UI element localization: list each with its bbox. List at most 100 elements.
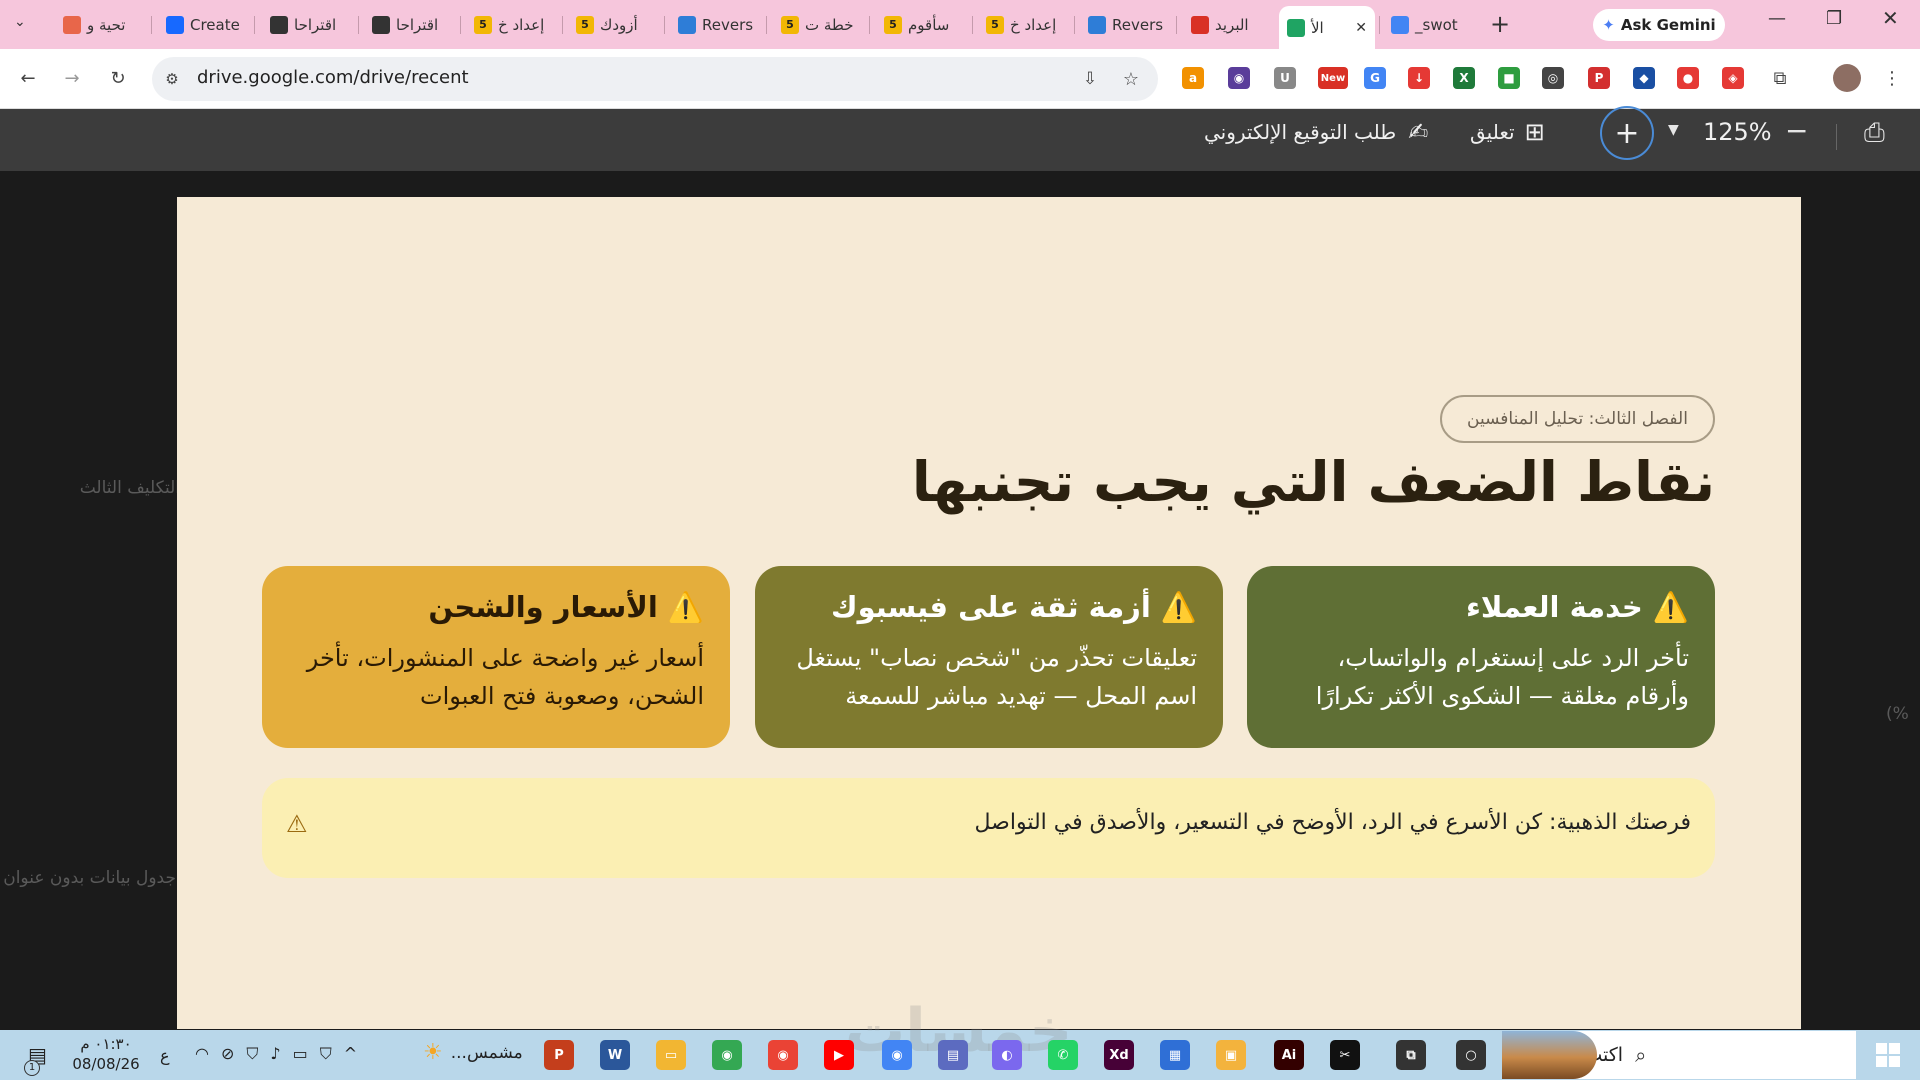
- tab-separator: [460, 16, 461, 34]
- copilot-icon[interactable]: ◐: [992, 1040, 1022, 1070]
- tab-label: اقتراحا: [294, 15, 337, 34]
- back-icon[interactable]: ←: [16, 66, 40, 90]
- chapter-badge-text: الفصل الثالث: تحليل المنافسين: [1467, 409, 1688, 429]
- wifi-icon[interactable]: ◠: [195, 1044, 209, 1064]
- file-explorer-icon[interactable]: ▭: [656, 1040, 686, 1070]
- tab[interactable]: Revers: [1080, 8, 1172, 41]
- site-info-icon[interactable]: ⚙: [160, 67, 184, 91]
- close-window-button[interactable]: ✕: [1882, 6, 1899, 30]
- browser-menu-icon[interactable]: ⋮: [1880, 66, 1904, 90]
- tab-label: خطة ت: [805, 15, 854, 34]
- golden-opportunity-note: فرصتك الذهبية: كن الأسرع في الرد، الأوضح…: [262, 778, 1715, 878]
- tab[interactable]: 5 سأقوم: [876, 8, 968, 41]
- new-tab-button[interactable]: +: [1490, 10, 1510, 38]
- zoom-in-button[interactable]: +: [1600, 106, 1654, 160]
- volume-icon[interactable]: ♪: [270, 1044, 280, 1064]
- weakness-card: ⚠️ خدمة العملاء تأخر الرد على إنستغرام وا…: [1247, 566, 1715, 748]
- chrome-active-icon[interactable]: ◉: [882, 1040, 912, 1070]
- chapter-badge: الفصل الثالث: تحليل المنافسين: [1440, 395, 1715, 443]
- search-highlight-image: [1502, 1031, 1597, 1079]
- gemini-button[interactable]: ✦ Ask Gemini: [1593, 9, 1725, 41]
- media-icon[interactable]: ▤: [938, 1040, 968, 1070]
- u-extension-icon[interactable]: U: [1274, 67, 1296, 89]
- tab[interactable]: 5 خطة ت: [773, 8, 865, 41]
- battery-icon[interactable]: ▭: [293, 1044, 308, 1064]
- whatsapp-icon[interactable]: ✆: [1048, 1040, 1078, 1070]
- shield-extension-icon[interactable]: ◈: [1722, 67, 1744, 89]
- xd-icon[interactable]: Xd: [1104, 1040, 1134, 1070]
- tab[interactable]: 5 إعداد خ: [978, 8, 1070, 41]
- tab[interactable]: البريد: [1183, 8, 1275, 41]
- powerpoint-icon[interactable]: P: [544, 1040, 574, 1070]
- install-app-icon[interactable]: ⇩: [1078, 67, 1102, 91]
- tab[interactable]: اقتراحا: [262, 8, 354, 41]
- download-extension-icon[interactable]: ↓: [1408, 67, 1430, 89]
- print-icon[interactable]: ⎙: [1864, 118, 1885, 149]
- card-title: ⚠️ أزمة ثقة على فيسبوك: [831, 590, 1197, 624]
- tab[interactable]: swot_: [1383, 8, 1475, 41]
- zoom-level[interactable]: 125%: [1703, 118, 1772, 146]
- tab[interactable]: اقتراحا: [364, 8, 456, 41]
- tab[interactable]: 5 أزودك: [568, 8, 660, 41]
- bookmark-star-icon[interactable]: ☆: [1119, 67, 1143, 91]
- tab[interactable]: تحية و: [55, 8, 147, 41]
- pokeball-extension-icon[interactable]: ●: [1677, 67, 1699, 89]
- close-tab-icon[interactable]: ✕: [1355, 20, 1367, 36]
- tab[interactable]: Create: [158, 8, 250, 41]
- esign-label: طلب التوقيع الإلكتروني: [1204, 120, 1397, 144]
- url-text[interactable]: drive.google.com/drive/recent: [197, 67, 469, 88]
- minimize-button[interactable]: —: [1768, 8, 1786, 29]
- tab-label: البريد: [1215, 15, 1249, 34]
- store-icon[interactable]: ▣: [1216, 1040, 1246, 1070]
- tab-separator: [358, 16, 359, 34]
- tray-icons: ◠ ⊘ ⛉ ♪ ▭ ⛉ ^: [195, 1044, 357, 1064]
- comment-label: تعليق: [1470, 120, 1515, 144]
- security-icon[interactable]: ⛉: [246, 1044, 258, 1064]
- chrome-icon[interactable]: ◉: [712, 1040, 742, 1070]
- tab-search-icon[interactable]: ⌄: [14, 14, 26, 30]
- calendar-icon[interactable]: ▦: [1160, 1040, 1190, 1070]
- word-icon[interactable]: W: [600, 1040, 630, 1070]
- illustrator-icon[interactable]: Ai: [1274, 1040, 1304, 1070]
- profile-avatar[interactable]: [1833, 64, 1861, 92]
- openai-icon: [270, 15, 288, 34]
- eye-off-icon[interactable]: ⊘: [221, 1044, 234, 1064]
- reload-icon[interactable]: ↻: [106, 66, 130, 90]
- language-indicator[interactable]: ع: [160, 1046, 170, 1065]
- clock[interactable]: ٠١:٣٠ م 08/08/26: [66, 1034, 146, 1074]
- weather-label: مشمس...: [450, 1042, 523, 1063]
- record-extension-icon[interactable]: ◉: [1228, 67, 1250, 89]
- chevron-up-icon[interactable]: ^: [344, 1044, 357, 1064]
- taskview-icon[interactable]: ⧉: [1396, 1040, 1426, 1070]
- weather-widget[interactable]: مشمس... ☀: [423, 1040, 523, 1065]
- tab[interactable]: 5 إعداد خ: [466, 8, 558, 41]
- amazon-extension-icon[interactable]: a: [1182, 67, 1204, 89]
- youtube-icon[interactable]: ▶: [824, 1040, 854, 1070]
- tab-label: إعداد خ: [1010, 15, 1057, 34]
- openai-extension-icon[interactable]: ◎: [1542, 67, 1564, 89]
- comment-button[interactable]: ⊞ تعليق: [1470, 118, 1545, 146]
- new-extension-icon[interactable]: New: [1318, 67, 1348, 89]
- windows-start-icon[interactable]: [1876, 1043, 1900, 1067]
- zoom-out-icon[interactable]: −: [1785, 114, 1808, 147]
- capcut-icon[interactable]: ✂: [1330, 1040, 1360, 1070]
- tab[interactable]: الأ ✕: [1279, 6, 1375, 49]
- maximize-button[interactable]: ❐: [1826, 8, 1842, 29]
- gemini-icon: ✦: [1602, 16, 1615, 34]
- zoom-dropdown-icon[interactable]: ▼: [1668, 122, 1679, 138]
- green-extension-icon[interactable]: ■: [1498, 67, 1520, 89]
- translate-extension-icon[interactable]: G: [1364, 67, 1386, 89]
- cortana-icon[interactable]: ○: [1456, 1040, 1486, 1070]
- tab[interactable]: Revers: [670, 8, 762, 41]
- tab-label: Revers: [1112, 15, 1164, 34]
- tab-label: اقتراحا: [396, 15, 439, 34]
- blue-extension-icon[interactable]: ◆: [1633, 67, 1655, 89]
- pdf-extension-icon[interactable]: P: [1588, 67, 1610, 89]
- chrome-icon[interactable]: ◉: [768, 1040, 798, 1070]
- forward-icon[interactable]: →: [60, 66, 84, 90]
- tab-separator: [1074, 16, 1075, 34]
- excel-extension-icon[interactable]: X: [1453, 67, 1475, 89]
- esign-button[interactable]: ✍ طلب التوقيع الإلكتروني: [1204, 118, 1428, 146]
- extensions-puzzle-icon[interactable]: ⧉: [1768, 66, 1792, 90]
- defender-icon[interactable]: ⛉: [320, 1044, 332, 1064]
